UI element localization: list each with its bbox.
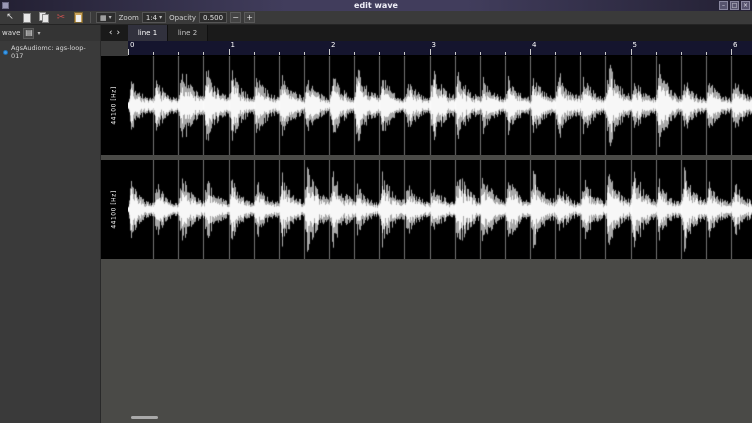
window-controls: – □ × (719, 1, 750, 10)
maximize-button[interactable]: □ (730, 1, 739, 10)
titlebar: edit wave – □ × (0, 0, 752, 11)
tab-scroll-arrows: ‹ › (101, 25, 128, 41)
zoom-value: 1:4 (146, 14, 157, 22)
position-cursor-icon: ↖ (6, 13, 14, 22)
minimize-button[interactable]: – (719, 1, 728, 10)
opacity-input[interactable]: 0.500 (199, 12, 227, 23)
cut-button[interactable]: ✂ (54, 12, 68, 24)
select-icon (23, 13, 31, 23)
position-cursor-button[interactable]: ↖ (3, 12, 17, 24)
paste-button[interactable] (71, 12, 85, 24)
chevron-down-icon: ▾ (109, 14, 112, 21)
wave-channel-1: 44100 [Hz] (101, 160, 752, 259)
zoom-label: Zoom (119, 14, 139, 22)
waveform-canvas-1[interactable] (128, 160, 752, 259)
scroll-right-button[interactable]: › (117, 29, 121, 38)
waveform-canvas-0[interactable] (128, 56, 752, 155)
select-button[interactable] (20, 12, 34, 24)
wave-label: wave (2, 29, 20, 37)
opacity-increment-button[interactable]: + (244, 12, 255, 23)
opacity-decrement-button[interactable]: − (230, 12, 241, 23)
copy-icon (39, 12, 49, 23)
toolbar-separator (90, 12, 91, 23)
cut-icon: ✂ (57, 13, 65, 22)
chevron-down-icon: ▾ (159, 14, 162, 21)
toolbar: ↖ ✂ ▦ ▾ Zoom 1:4 ▾ Opacity 0.500 − + (0, 11, 752, 25)
close-button[interactable]: × (741, 1, 750, 10)
tab-line-2[interactable]: line 2 (168, 25, 208, 41)
scroll-left-button[interactable]: ‹ (109, 29, 113, 38)
wave-channel-0: 44100 [Hz] (101, 56, 752, 155)
tab-line-1[interactable]: line 1 (128, 25, 168, 41)
machine-list-item[interactable]: AgsAudiomc: ags-loop-017 (0, 41, 100, 62)
tool-dropdown-icon: ▦ (100, 14, 107, 22)
copy-button[interactable] (37, 12, 51, 24)
radio-selected-icon (3, 50, 8, 55)
window-title: edit wave (0, 0, 752, 11)
samplerate-label: 44100 [Hz] (101, 160, 128, 259)
timeline-ruler[interactable]: 0123456 (128, 41, 752, 56)
opacity-label: Opacity (169, 14, 196, 22)
tab-bar: ‹ › line 1 line 2 (101, 25, 752, 41)
tool-dropdown[interactable]: ▦ ▾ (96, 12, 116, 23)
chevron-down-icon: ▾ (37, 30, 40, 37)
machine-item-label: AgsAudiomc: ags-loop-017 (11, 44, 98, 60)
machine-selector-button[interactable]: ▤ (23, 28, 34, 39)
sidebar: wave ▤ ▾ AgsAudiomc: ags-loop-017 (0, 25, 101, 423)
zoom-select[interactable]: 1:4 ▾ (142, 12, 166, 23)
horizontal-scrollbar-thumb[interactable] (131, 416, 158, 419)
sidebar-header: wave ▤ ▾ (0, 25, 100, 41)
content: wave ▤ ▾ AgsAudiomc: ags-loop-017 ‹ › li… (0, 25, 752, 423)
samplerate-label: 44100 [Hz] (101, 56, 128, 155)
ruler-spacer (101, 41, 128, 56)
editor-empty-area (101, 264, 752, 423)
wave-editor: ‹ › line 1 line 2 0123456 44100 [Hz] 441… (101, 25, 752, 423)
paste-icon (74, 12, 83, 23)
app-window: edit wave – □ × ↖ ✂ ▦ ▾ Zoom 1:4 (0, 0, 752, 423)
machine-selector-icon: ▤ (25, 29, 33, 37)
ruler-row: 0123456 (101, 41, 752, 56)
